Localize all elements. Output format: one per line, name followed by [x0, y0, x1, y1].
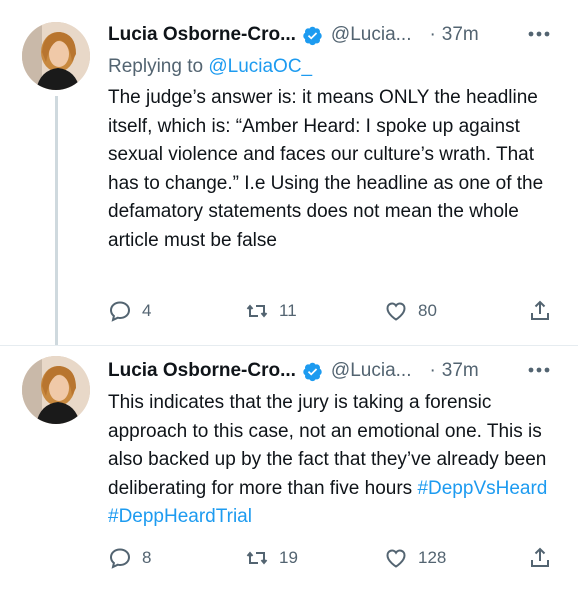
like-count: 80: [418, 301, 437, 320]
like-icon: [386, 549, 406, 568]
like-button[interactable]: 128: [384, 544, 446, 572]
tweet-timestamp[interactable]: 37m: [442, 360, 479, 382]
reply-count: 4: [142, 301, 152, 320]
tweet-actions: 4 11 80: [108, 297, 558, 325]
hashtag-link[interactable]: #DeppVsHeard: [417, 478, 547, 499]
author-name[interactable]: Lucia Osborne-Cro...: [108, 24, 296, 46]
like-button[interactable]: 80: [384, 297, 437, 325]
tweet-header: Lucia Osborne-Cro... @Lucia... · 37m: [108, 20, 479, 50]
verified-badge-icon: [303, 362, 322, 381]
tweet-1[interactable]: Lucia Osborne-Cro... @Lucia... · 37m Rep…: [0, 0, 578, 346]
share-button[interactable]: [528, 297, 552, 325]
author-handle[interactable]: @Lucia...: [331, 24, 412, 46]
like-count: 128: [418, 548, 447, 567]
avatar-image: [22, 356, 90, 424]
retweet-icon: [246, 551, 268, 565]
more-options-icon[interactable]: [524, 358, 554, 382]
header-separator: ·: [429, 24, 436, 45]
more-options-icon[interactable]: [524, 22, 554, 46]
reply-icon: [109, 301, 131, 322]
reply-button[interactable]: 4: [108, 297, 151, 325]
header-separator: ·: [429, 360, 436, 381]
replying-to-label: Replying to: [108, 56, 204, 77]
share-icon: [531, 300, 549, 320]
author-handle[interactable]: @Lucia...: [331, 360, 412, 382]
tweet-text: This indicates that the jury is taking a…: [108, 389, 558, 532]
author-name[interactable]: Lucia Osborne-Cro...: [108, 360, 296, 382]
replying-to-mention[interactable]: @LuciaOC_: [208, 56, 312, 77]
avatar-image: [22, 22, 90, 90]
retweet-count: 19: [279, 548, 298, 567]
retweet-icon: [246, 304, 268, 318]
tweet-timestamp[interactable]: 37m: [442, 24, 479, 46]
share-icon: [531, 547, 549, 567]
retweet-button[interactable]: 11: [245, 297, 297, 325]
like-icon: [386, 302, 406, 321]
hashtag-link[interactable]: #DeppHeardTrial: [108, 506, 252, 527]
reply-count: 8: [142, 548, 152, 567]
author-avatar[interactable]: [22, 356, 90, 424]
share-button[interactable]: [528, 544, 552, 572]
thread-connector-line: [55, 96, 58, 346]
replying-to-line: Replying to @LuciaOC_: [108, 56, 312, 78]
reply-icon: [109, 548, 131, 569]
tweet-2[interactable]: Lucia Osborne-Cro... @Lucia... · 37m Thi…: [0, 346, 578, 600]
verified-badge-icon: [303, 26, 322, 45]
reply-button[interactable]: 8: [108, 544, 151, 572]
retweet-count: 11: [279, 301, 297, 320]
tweet-actions: 8 19 128: [108, 544, 558, 572]
tweet-text: The judge’s answer is: it means ONLY the…: [108, 87, 544, 251]
tweet-header: Lucia Osborne-Cro... @Lucia... · 37m: [108, 356, 479, 386]
retweet-button[interactable]: 19: [245, 544, 298, 572]
author-avatar[interactable]: [22, 22, 90, 90]
